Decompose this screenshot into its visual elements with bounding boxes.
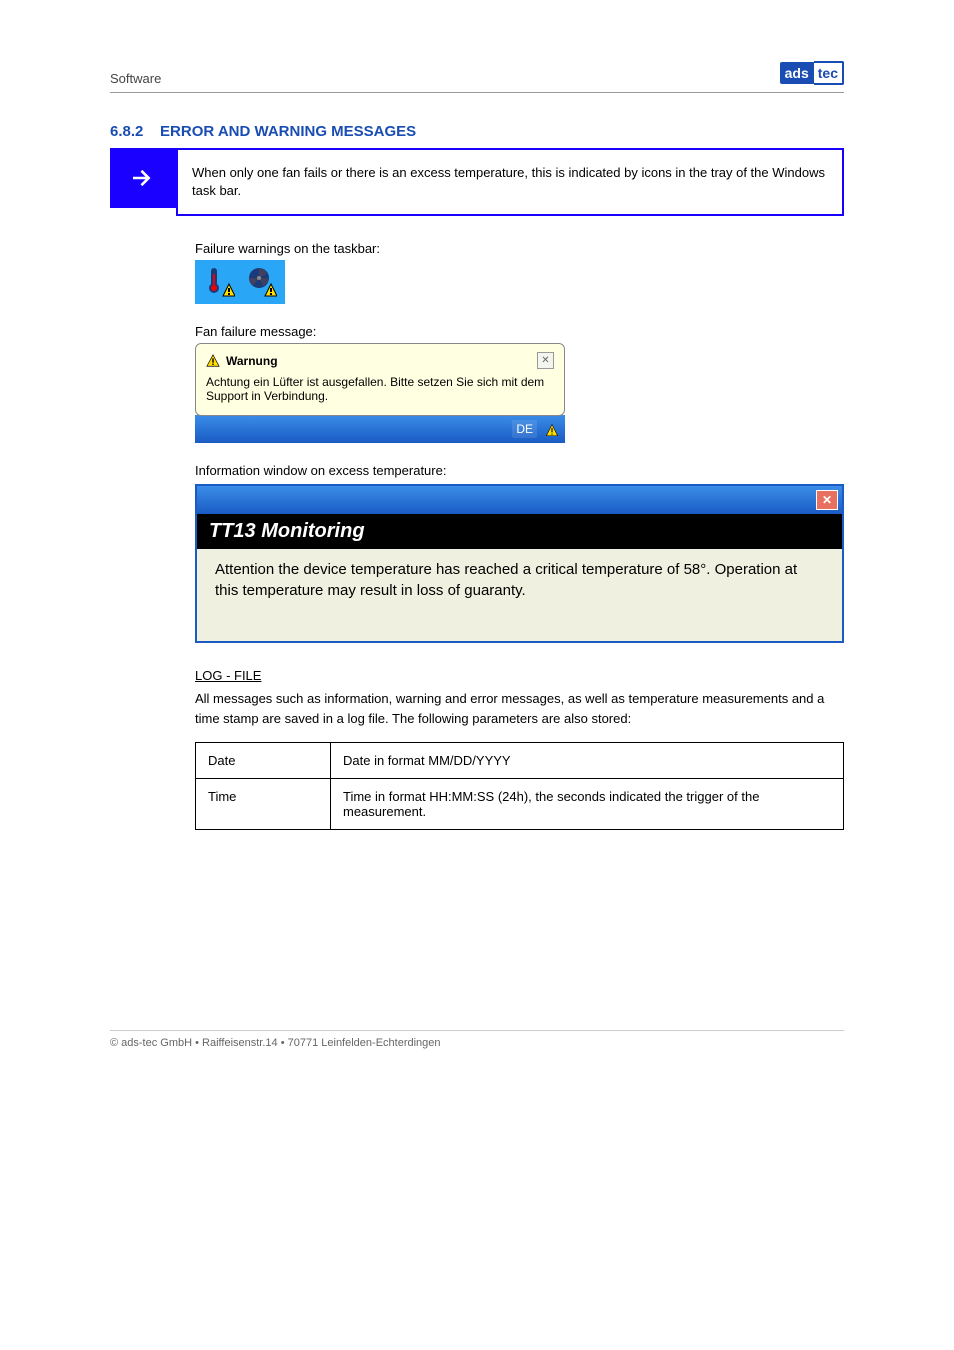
footer-copyright: © ads-tec GmbH • Raiffeisenstr.14 • 7077… [110,1030,844,1049]
page-footer: © ads-tec GmbH • Raiffeisenstr.14 • 7077… [110,1030,844,1049]
tray-icons-caption: Failure warnings on the taskbar: [195,241,844,256]
balloon-title: Warnung [226,354,278,368]
info-window-caption: Information window on excess temperature… [195,463,844,478]
log-file-description: All messages such as information, warnin… [195,689,844,728]
dialog-close-button[interactable]: ✕ [816,490,838,510]
param-desc: Time in format HH:MM:SS (24h), the secon… [331,779,844,830]
param-desc: Date in format MM/DD/YYYY [331,743,844,779]
callout-text: When only one fan fails or there is an e… [176,148,844,216]
balloon-body: Achtung ein Lüfter ist ausgefallen. Bitt… [206,375,554,403]
dialog-heading: TT13 Monitoring [197,514,842,549]
warning-triangle-icon [206,354,220,368]
arrow-icon [110,148,176,208]
balloon-notification: Warnung ✕ Achtung ein Lüfter ist ausgefa… [195,343,565,443]
windows-taskbar[interactable]: DE [195,415,565,443]
balloon-close-button[interactable]: ✕ [537,352,554,369]
logo-ads-part: ads [780,62,814,84]
balloon-caption: Fan failure message: [195,324,844,339]
table-row: Date Date in format MM/DD/YYYY [196,743,844,779]
section-heading: 6.8.2 ERROR AND WARNING MESSAGES [110,123,844,140]
dialog-titlebar[interactable]: ✕ [197,486,842,514]
language-indicator[interactable]: DE [512,420,537,438]
monitoring-dialog: ✕ TT13 Monitoring Attention the device t… [195,484,844,643]
section-title: ERROR AND WARNING MESSAGES [160,123,416,140]
fan-warning-icon [245,266,277,298]
log-params-table: Date Date in format MM/DD/YYYY Time Time… [195,742,844,830]
note-callout: When only one fan fails or there is an e… [110,148,844,216]
logo-tec-part: tec [814,61,844,85]
page-header: Software ads tec [110,60,844,93]
temperature-warning-icon [203,266,235,298]
param-name: Date [196,743,331,779]
table-row: Time Time in format HH:MM:SS (24h), the … [196,779,844,830]
tray-fan-warning-icon[interactable] [543,420,561,438]
section-number: 6.8.2 [110,123,143,140]
dialog-body: Attention the device temperature has rea… [197,549,842,641]
param-name: Time [196,779,331,830]
adstec-logo: ads tec [780,60,844,86]
tray-icons-panel [195,260,285,304]
header-section-label: Software [110,71,161,86]
log-file-heading: LOG - FILE [195,668,844,683]
